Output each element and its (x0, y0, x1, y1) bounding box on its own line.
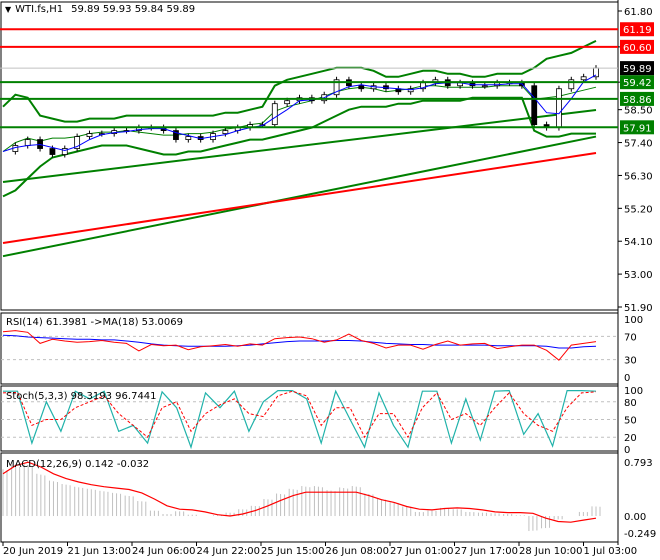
trend-line-green-lower (2, 135, 597, 258)
y-tick-label: 58.50 (624, 106, 653, 117)
x-tick-label: 25 Jun 15:00 (261, 546, 325, 557)
macd-tick-label: 0.00 (624, 512, 646, 523)
candle (568, 79, 575, 90)
x-tick-label: 28 Jun 10:00 (519, 546, 583, 557)
y-tick-label: 57.40 (624, 139, 653, 150)
y-tick-label: 54.10 (624, 237, 653, 248)
candle (556, 88, 562, 129)
macd-label: MACD(12,26,9) 0.142 -0.032 (6, 459, 149, 470)
level-label: 61.19 (623, 25, 652, 36)
x-tick-label: 24 Jun 06:00 (132, 546, 196, 557)
stoch-tick-label: 80 (624, 398, 637, 409)
x-tick-label: 27 Jun 01:00 (390, 546, 454, 557)
chart-canvas[interactable]: 61.80 60.60 59.42 58.50 57.40 56.30 55.20 54.10… (0, 0, 660, 560)
trend-line-red (2, 152, 597, 245)
x-tick-label: 21 Jun 13:00 (68, 546, 132, 557)
x-tick-label: 1 Jul 03:00 (584, 546, 638, 557)
y-tick-label: 51.90 (624, 303, 653, 314)
x-tick-label: 24 Jun 22:00 (197, 546, 261, 557)
level-label: 59.42 (623, 78, 652, 89)
y-tick-label: 56.30 (624, 171, 653, 182)
candle (531, 85, 538, 126)
trading-chart-window[interactable]: 61.80 60.60 59.42 58.50 57.40 56.30 55.20 54.10… (0, 0, 660, 560)
macd-signal-line (2, 461, 597, 523)
y-tick-label: 53.00 (624, 270, 653, 281)
candle (222, 130, 229, 134)
candle (86, 133, 93, 137)
stoch-tick-label: 100 (624, 386, 643, 397)
macd-tick-label: -0.249 (624, 529, 656, 540)
symbol-label: WTI.fs,H1 (15, 4, 64, 15)
candle (358, 85, 365, 90)
candle (185, 136, 192, 140)
y-tick-label: 61.80 (624, 7, 653, 18)
rsi-tick-label: 30 (624, 356, 637, 367)
level-label: 58.86 (623, 95, 652, 106)
stoch-tick-label: 0 (624, 445, 630, 456)
x-tick-label: 26 Jun 08:00 (326, 546, 390, 557)
rsi-tick-label: 0 (624, 373, 630, 384)
price-panel-frame (0, 1, 619, 311)
candle (49, 148, 56, 155)
x-tick-label: 20 Jun 2019 (3, 546, 63, 557)
current-price-label: 59.89 (623, 64, 652, 75)
rsi-tick-label: 100 (624, 315, 643, 326)
stoch-tick-label: 20 (624, 433, 637, 444)
macd-tick-label: 0.793 (624, 458, 653, 469)
candle (481, 85, 488, 88)
x-tick-label: 27 Jun 17:00 (455, 546, 519, 557)
candle (580, 76, 587, 81)
level-label: 60.60 (623, 43, 652, 54)
stoch-label: Stoch(5,3,3) 98.3193 96.7441 (6, 391, 157, 402)
candle (271, 103, 278, 126)
moving-average-blue (2, 74, 597, 152)
trend-line-green (2, 108, 597, 184)
y-tick-label: 55.20 (624, 204, 653, 215)
candle (24, 139, 31, 146)
candle (284, 100, 291, 105)
stoch-tick-label: 50 (624, 416, 637, 427)
bollinger-lower (2, 96, 596, 198)
rsi-tick-label: 70 (624, 332, 637, 343)
chart-header: ▼ WTI.fs,H1 59.89 59.93 59.84 59.89 (5, 4, 195, 15)
level-label: 57.91 (623, 123, 652, 134)
ohlc-values: 59.89 59.93 59.84 59.89 (71, 4, 196, 15)
rsi-label: RSI(14) 61.3981 ->MA(18) 53.0069 (6, 317, 183, 328)
dropdown-triangle-icon[interactable]: ▼ (5, 5, 11, 14)
